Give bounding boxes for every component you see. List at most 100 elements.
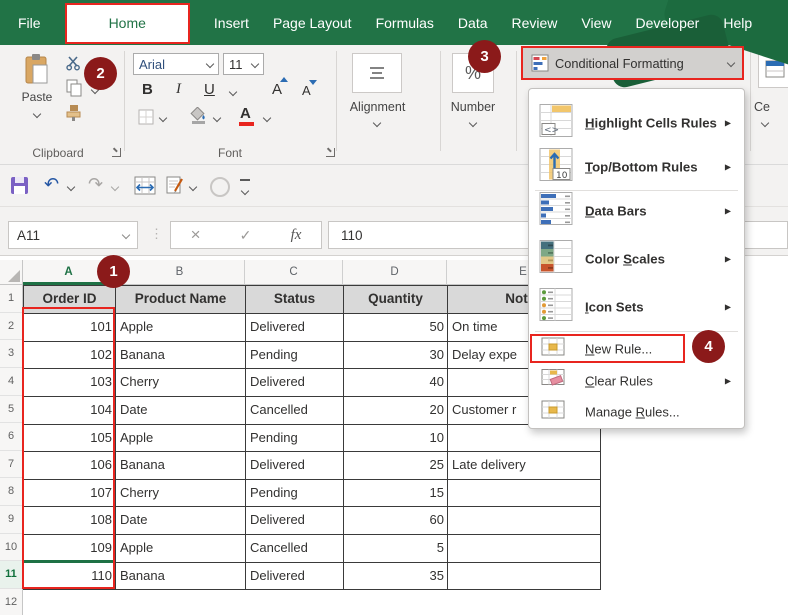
row-header-10[interactable]: 10: [0, 534, 23, 562]
row-header-8[interactable]: 8: [0, 478, 23, 506]
name-box-chevron[interactable]: [122, 231, 130, 239]
copy-icon[interactable]: [66, 79, 83, 102]
column-header-b[interactable]: B: [115, 260, 245, 285]
row-header-3[interactable]: 3: [0, 340, 23, 368]
enter-icon[interactable]: ✓: [240, 227, 252, 244]
row-header-4[interactable]: 4: [0, 368, 23, 396]
tab-formulas[interactable]: Formulas: [376, 15, 434, 31]
row-header-2[interactable]: 2: [0, 313, 23, 341]
menu-item-icon-sets[interactable]: Icon Sets ▶: [529, 285, 744, 329]
circle-tool-icon[interactable]: [210, 177, 230, 197]
tab-developer[interactable]: Developer: [636, 15, 700, 31]
clipboard-dialog-launcher[interactable]: [112, 148, 121, 157]
column-width-icon[interactable]: [134, 176, 156, 200]
cancel-icon[interactable]: ×: [191, 225, 201, 245]
cell-styles-expand-chevron[interactable]: [761, 119, 769, 127]
tab-review[interactable]: Review: [512, 15, 558, 31]
insert-function-icon[interactable]: fx: [291, 227, 302, 244]
underline-button[interactable]: U: [204, 81, 215, 98]
column-header-d[interactable]: D: [343, 260, 447, 285]
save-icon[interactable]: [10, 176, 29, 200]
tab-data[interactable]: Data: [458, 15, 488, 31]
qat-customize-icon[interactable]: [240, 179, 250, 199]
menu-item-color-scales[interactable]: Color Scales ▶: [529, 237, 744, 281]
undo-dropdown-chevron[interactable]: [67, 183, 75, 191]
cell[interactable]: 30: [344, 342, 448, 370]
cell[interactable]: Delivered: [246, 314, 344, 342]
tab-file[interactable]: File: [18, 15, 41, 31]
cell[interactable]: 60: [344, 507, 448, 535]
drag-dots-icon[interactable]: ⋮: [150, 226, 163, 242]
fill-color-icon[interactable]: [190, 107, 208, 130]
header-cell[interactable]: Status: [246, 286, 344, 314]
font-name-combo[interactable]: Arial: [133, 53, 219, 75]
row-header-12[interactable]: 12: [0, 589, 23, 615]
row-header-7[interactable]: 7: [0, 451, 23, 479]
bold-button[interactable]: B: [142, 81, 153, 98]
cell[interactable]: Apple: [116, 314, 246, 342]
form-dropdown-chevron[interactable]: [189, 183, 197, 191]
cell[interactable]: Apple: [116, 535, 246, 563]
fill-color-dropdown-chevron[interactable]: [213, 114, 221, 122]
alignment-icon[interactable]: [352, 53, 402, 93]
cell[interactable]: Pending: [246, 342, 344, 370]
column-header-c[interactable]: C: [245, 260, 343, 285]
tab-insert[interactable]: Insert: [214, 15, 249, 31]
select-all-corner[interactable]: [0, 260, 23, 285]
row-header-6[interactable]: 6: [0, 423, 23, 451]
cell[interactable]: 5: [344, 535, 448, 563]
paste-button[interactable]: Paste: [14, 53, 60, 122]
cell[interactable]: Pending: [246, 425, 344, 453]
tab-home[interactable]: Home: [65, 3, 190, 44]
row-header-1[interactable]: 1: [0, 285, 23, 313]
cell[interactable]: Apple: [116, 425, 246, 453]
menu-item-highlight-cells-rules[interactable]: <> Highlight Cells Rules ▶: [529, 101, 744, 145]
cell[interactable]: Date: [116, 397, 246, 425]
cut-icon[interactable]: [66, 55, 82, 76]
underline-dropdown-chevron[interactable]: [229, 88, 237, 96]
tab-page-layout[interactable]: Page Layout: [273, 15, 352, 31]
redo-icon[interactable]: ↷: [88, 174, 103, 195]
cell[interactable]: Banana: [116, 452, 246, 480]
font-color-dropdown-chevron[interactable]: [263, 114, 271, 122]
header-cell[interactable]: Quantity: [344, 286, 448, 314]
cell[interactable]: 15: [344, 480, 448, 508]
cell[interactable]: [448, 535, 601, 563]
borders-icon[interactable]: [138, 109, 154, 130]
cell[interactable]: Date: [116, 507, 246, 535]
row-header-11[interactable]: 11: [0, 561, 23, 589]
cell[interactable]: 10: [344, 425, 448, 453]
cell[interactable]: [448, 480, 601, 508]
grow-font-button[interactable]: A: [272, 81, 282, 98]
cell[interactable]: 40: [344, 369, 448, 397]
italic-button[interactable]: I: [176, 81, 181, 98]
form-tool-icon[interactable]: [166, 175, 184, 200]
font-size-combo[interactable]: 11: [223, 53, 264, 75]
cell[interactable]: [448, 507, 601, 535]
font-color-icon[interactable]: A: [240, 105, 251, 122]
undo-icon[interactable]: ↶: [44, 174, 59, 195]
cell[interactable]: Banana: [116, 342, 246, 370]
cell[interactable]: Banana: [116, 563, 246, 591]
tab-view[interactable]: View: [581, 15, 611, 31]
format-painter-icon[interactable]: [66, 105, 82, 126]
cell[interactable]: Pending: [246, 480, 344, 508]
cell[interactable]: Delivered: [246, 507, 344, 535]
cell[interactable]: 35: [344, 563, 448, 591]
cell[interactable]: Delivered: [246, 369, 344, 397]
shrink-font-button[interactable]: A: [302, 83, 311, 98]
paste-dropdown-chevron[interactable]: [33, 110, 41, 118]
cell[interactable]: Cancelled: [246, 397, 344, 425]
cell[interactable]: Delivered: [246, 563, 344, 591]
tab-help[interactable]: Help: [723, 15, 752, 31]
cell[interactable]: 20: [344, 397, 448, 425]
menu-item-manage-rules[interactable]: Manage Rules...: [529, 398, 744, 425]
name-box[interactable]: A11: [8, 221, 138, 249]
cell[interactable]: Cancelled: [246, 535, 344, 563]
cell[interactable]: Late delivery: [448, 452, 601, 480]
cell[interactable]: [448, 563, 601, 591]
number-expand-chevron[interactable]: [469, 119, 477, 127]
cell[interactable]: Cherry: [116, 369, 246, 397]
borders-dropdown-chevron[interactable]: [159, 114, 167, 122]
conditional-formatting-button[interactable]: Conditional Formatting: [521, 46, 744, 80]
